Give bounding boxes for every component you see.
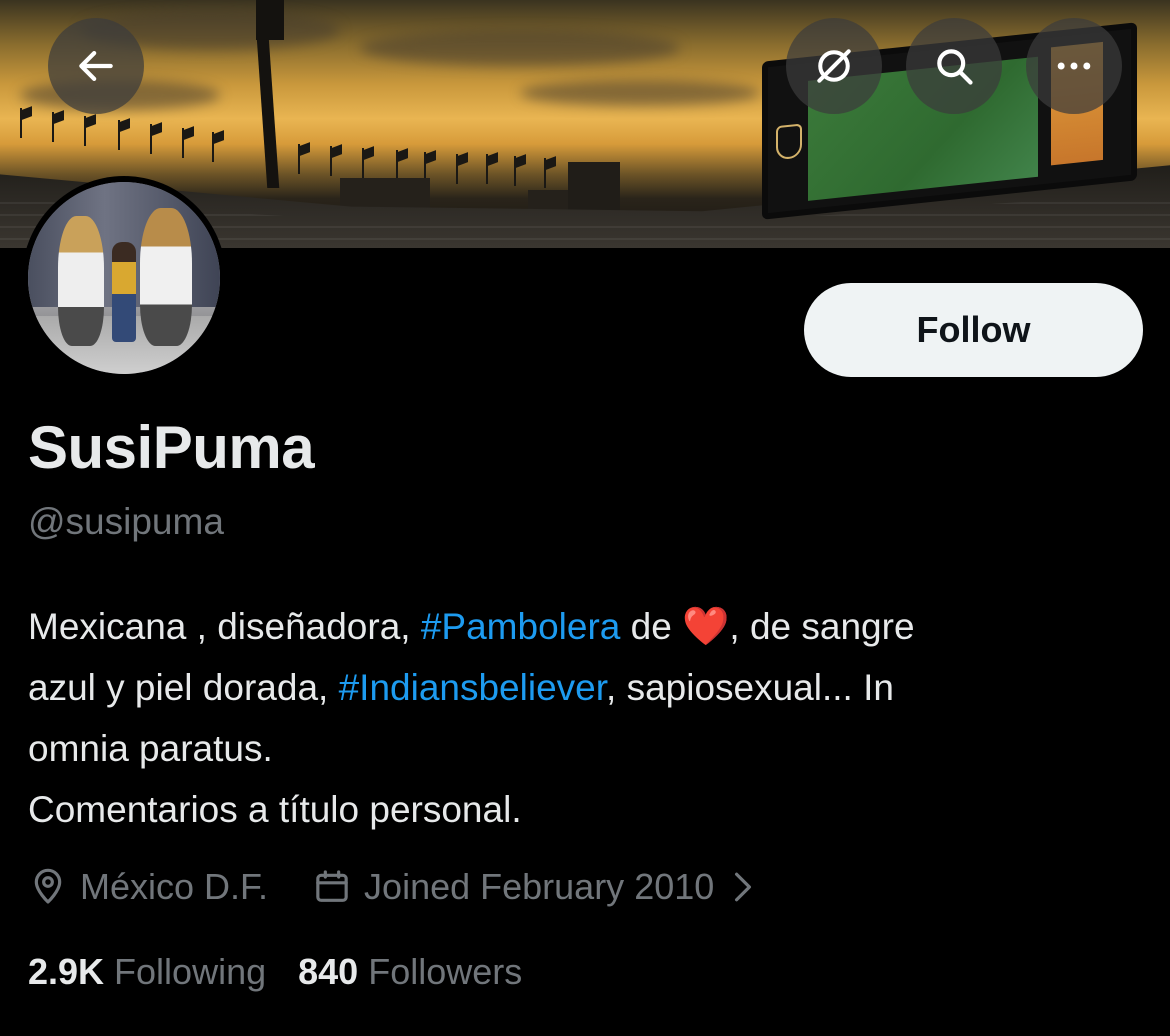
profile-bio: Mexicana , diseñadora, #Pambolera de ❤️,… [28, 596, 1148, 840]
follow-button[interactable]: Follow [804, 283, 1143, 377]
location: México D.F. [28, 866, 268, 908]
joined-text: Joined February 2010 [364, 866, 715, 907]
bio-line: Mexicana , diseñadora, #Pambolera de ❤️,… [28, 604, 915, 648]
followers-label: Followers [368, 951, 523, 992]
grok-slash-circle-icon [817, 49, 851, 83]
grok-button[interactable] [786, 18, 882, 114]
profile-avatar[interactable] [22, 176, 226, 380]
hashtag-link[interactable]: #Indiansbeliever [339, 667, 606, 708]
chevron-right-icon [735, 872, 752, 902]
hashtag-link[interactable]: #Pambolera [421, 606, 621, 647]
followers-count: 840 [298, 951, 359, 992]
joined-date[interactable]: Joined February 2010 [312, 866, 766, 908]
search-button[interactable] [906, 18, 1002, 114]
following-link[interactable]: 2.9K Following [28, 951, 266, 993]
user-handle: @susipuma [28, 501, 224, 542]
arrow-left-icon [79, 51, 113, 81]
calendar-icon [316, 870, 348, 902]
search-icon [937, 49, 973, 85]
more-horizontal-icon [1057, 62, 1091, 70]
bio-line: omnia paratus. [28, 728, 273, 769]
heart-emoji: ❤️ [682, 604, 730, 648]
display-name: SusiPuma [28, 414, 315, 481]
following-label: Following [114, 951, 267, 992]
follow-counts: 2.9K Following 840 Followers [28, 948, 522, 996]
followers-link[interactable]: 840 Followers [298, 951, 522, 993]
bio-line: Comentarios a título personal. [28, 789, 522, 830]
avatar-photo [28, 182, 220, 374]
profile-meta: México D.F. Joined February 2010 [28, 862, 766, 912]
more-button[interactable] [1026, 18, 1122, 114]
back-button[interactable] [48, 18, 144, 114]
location-pin-icon [34, 868, 62, 904]
location-text: México D.F. [80, 866, 269, 907]
bio-line: azul y piel dorada, #Indiansbeliever, sa… [28, 667, 894, 708]
following-count: 2.9K [28, 951, 105, 992]
